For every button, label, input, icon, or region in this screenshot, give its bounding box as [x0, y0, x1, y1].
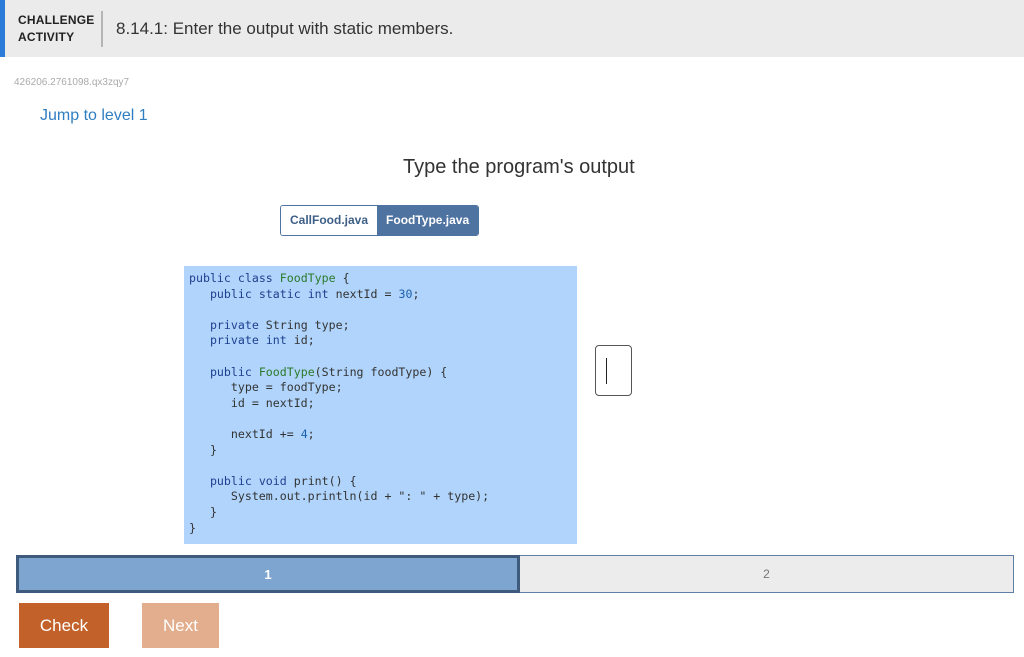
code-panel: public class FoodType { public static in… [184, 266, 577, 544]
badge-line-2: ACTIVITY [18, 30, 75, 44]
level-1-segment[interactable]: 1 [16, 555, 520, 593]
level-2-segment[interactable]: 2 [520, 555, 1014, 593]
output-input[interactable] [595, 345, 632, 396]
tab-callfood-java[interactable]: CallFood.java [281, 206, 378, 235]
code-line: type = foodType; [189, 380, 343, 395]
code-line: private String type; [209, 317, 350, 332]
code-line: public class FoodType { [189, 271, 350, 285]
code-line: public void print() { [209, 473, 357, 488]
code-line: } [189, 504, 217, 519]
code-line: } [189, 520, 196, 535]
prompt-text: Type the program's output [403, 156, 635, 178]
code-line: public static int nextId = 30; [209, 286, 420, 301]
tab-foodtype-java[interactable]: FoodType.java [377, 206, 479, 235]
code-line: System.out.println(id + ": " + type); [189, 489, 490, 504]
text-caret [606, 358, 607, 384]
code-line: public FoodType(String foodType) { [209, 364, 448, 379]
next-button[interactable]: Next [142, 603, 219, 648]
code-line: } [189, 442, 217, 457]
jump-to-level-link[interactable]: Jump to level 1 [40, 107, 148, 125]
badge-line-1: CHALLENGE [18, 13, 95, 27]
level-progress: 1 2 [16, 555, 1014, 593]
file-tabs: CallFood.java FoodType.java [280, 205, 480, 236]
challenge-header: CHALLENGE ACTIVITY 8.14.1: Enter the out… [0, 0, 1024, 57]
check-button[interactable]: Check [19, 603, 109, 648]
header-divider [101, 11, 103, 47]
code-line: private int id; [209, 333, 315, 348]
activity-title: 8.14.1: Enter the output with static mem… [116, 19, 454, 38]
code-line: nextId += 4; [189, 426, 315, 441]
code-line: id = nextId; [189, 395, 315, 410]
challenge-activity-badge: CHALLENGE ACTIVITY [18, 12, 94, 46]
activity-id: 426206.2761098.qx3zqy7 [14, 77, 130, 88]
